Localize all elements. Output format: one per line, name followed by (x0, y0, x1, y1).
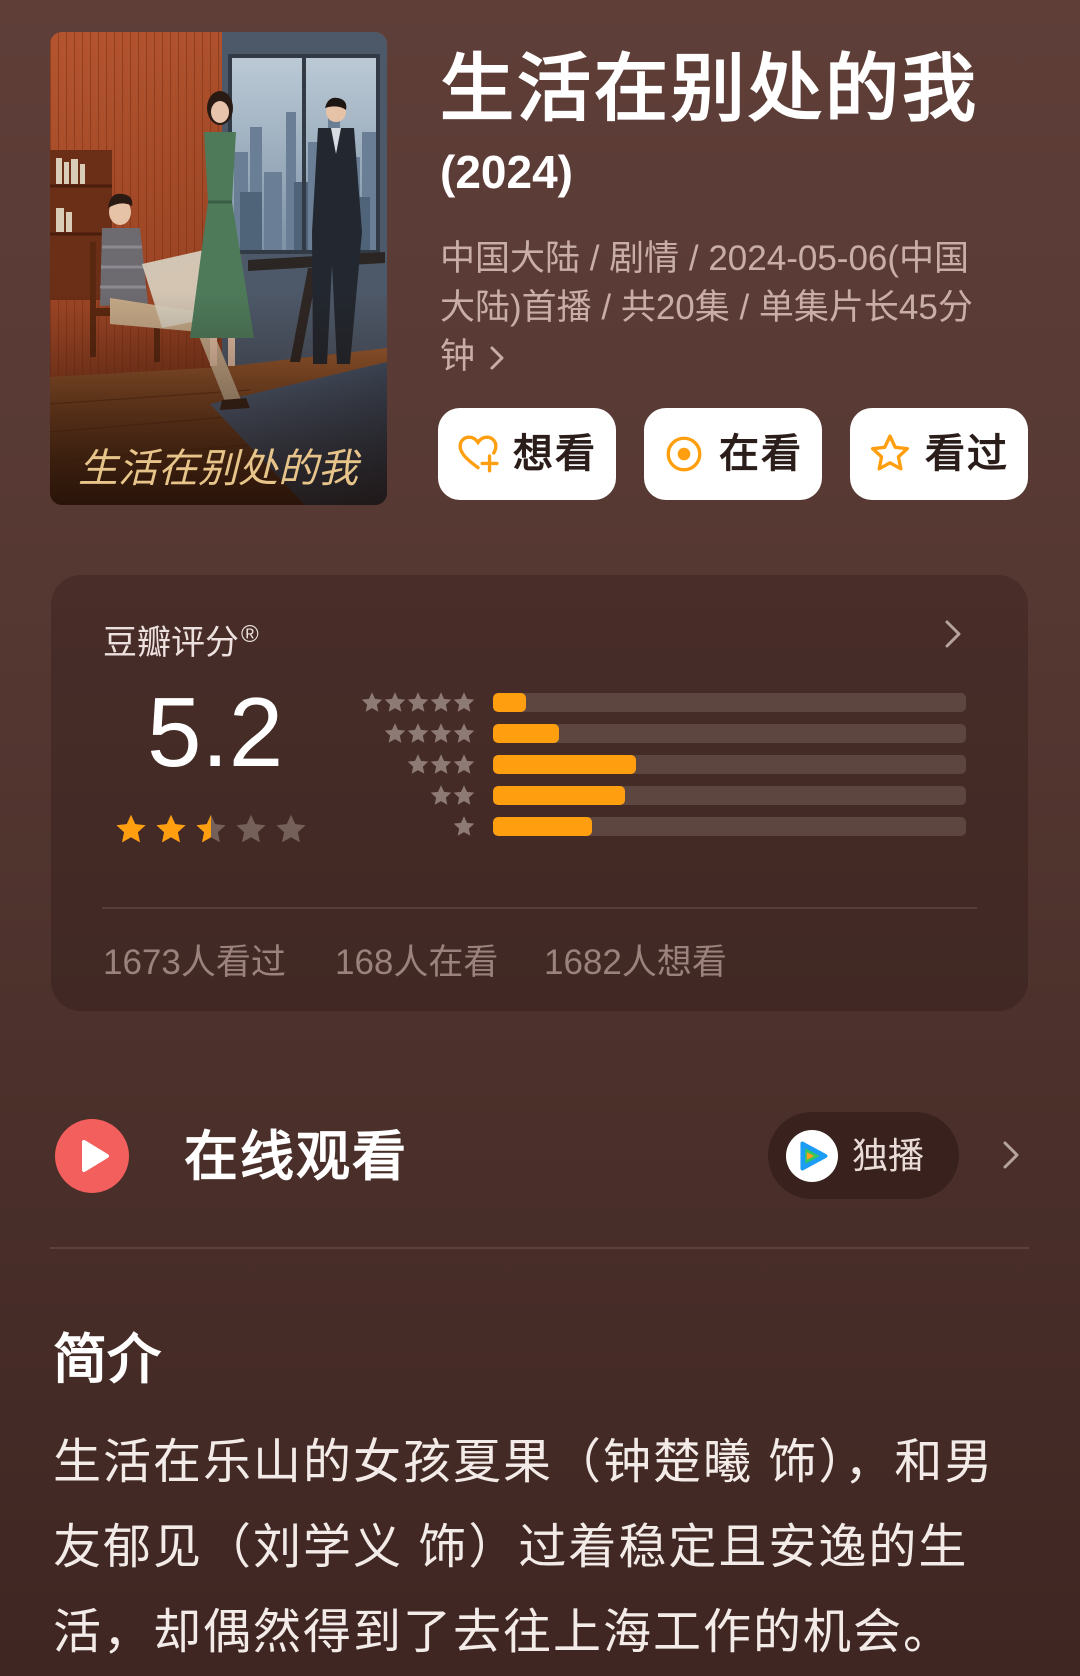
rating-star (114, 813, 148, 847)
want-to-watch-label: 想看 (513, 432, 597, 476)
star-icon (453, 722, 475, 743)
star-icon (384, 722, 406, 743)
rating-bar-track (493, 724, 966, 743)
rating-row-3-star (301, 749, 966, 780)
exclusive-badge-label: 独播 (852, 1134, 925, 1176)
rating-bar-fill (493, 817, 593, 836)
rating-star (234, 813, 268, 847)
star-fill (154, 813, 188, 847)
rating-row-stars (301, 784, 476, 808)
watched-label: 看过 (925, 432, 1009, 476)
star-icon (453, 691, 475, 712)
meta-info[interactable]: 中国大陆 / 剧情 / 2024-05-06(中国大陆)首播 / 共20集 / … (440, 234, 985, 381)
rating-row-4-star (301, 718, 966, 749)
rating-star (154, 813, 188, 847)
page-title: 生活在别处的我 (440, 47, 979, 130)
rating-bar-fill (493, 693, 526, 712)
star-icon (430, 784, 452, 805)
rating-row-2-star (301, 780, 966, 811)
star-filled-icon (196, 814, 211, 843)
meta-text: 中国大陆 / 剧情 / 2024-05-06(中国大陆)首播 / 共20集 / … (440, 239, 973, 376)
rating-row-5-star (301, 687, 966, 718)
rating-row-stars (301, 722, 476, 746)
target-icon (666, 436, 702, 472)
registered-mark: ® (241, 621, 259, 648)
divider (50, 1247, 1029, 1249)
rating-bar-track (493, 693, 966, 712)
rating-row-1-star (301, 811, 966, 842)
intro-heading: 简介 (53, 1330, 161, 1390)
rating-card[interactable]: 豆瓣评分® 5.2 1673人看过 168人在看 1682人想看 (51, 575, 1028, 1011)
rating-row-stars (301, 691, 476, 715)
star-outline-icon (870, 434, 910, 471)
intro-text: 生活在乐山的女孩夏果（钟楚曦 饰），和男友郁见（刘学义 饰）过着稳定且安逸的生活… (53, 1436, 995, 1659)
online-watch-title[interactable]: 在线观看 (184, 1127, 408, 1187)
rating-bar-fill (493, 755, 636, 774)
watched-count: 1673人看过 (103, 943, 286, 982)
star-filled-icon (156, 814, 186, 843)
star-icon (430, 753, 452, 774)
poster[interactable]: 生活在别处的我 (50, 32, 387, 505)
heart-plus-icon (458, 435, 499, 473)
star-icon (453, 784, 475, 805)
rating-bar-track (493, 786, 966, 805)
release-year: (2024) (440, 146, 573, 198)
intro-section[interactable]: 生活在乐山的女孩夏果（钟楚曦 饰），和男友郁见（刘学义 饰）过着稳定且安逸的生活… (53, 1420, 1013, 1676)
star-icon (430, 722, 452, 743)
star-icon (407, 753, 429, 774)
star-fill (194, 813, 211, 847)
rating-bar-track (493, 817, 966, 836)
star-icon (453, 815, 475, 836)
watching-count: 168人在看 (335, 943, 499, 982)
star-icon (453, 753, 475, 774)
play-circle-icon[interactable] (55, 1119, 129, 1193)
tencent-video-icon (786, 1129, 838, 1182)
chevron-right-icon (490, 346, 504, 370)
poster-title-art: 生活在别处的我 (78, 446, 362, 492)
exclusive-platform-pill[interactable]: 独播 (768, 1112, 959, 1199)
want-to-watch-count: 1682人想看 (544, 943, 727, 982)
rating-source-text: 豆瓣评分 (103, 624, 239, 662)
want-to-watch-button[interactable]: 想看 (438, 408, 616, 500)
watching-label: 在看 (719, 432, 803, 476)
star-fill (114, 813, 148, 847)
rating-bar-fill (493, 786, 625, 805)
rating-row-stars (301, 753, 476, 777)
star-icon (407, 722, 429, 743)
star-icon (407, 691, 429, 712)
star-filled-icon (116, 814, 146, 843)
rating-source-label: 豆瓣评分® (103, 615, 259, 663)
rating-bar-track (493, 755, 966, 774)
chevron-right-icon[interactable] (944, 619, 962, 649)
chevron-right-icon[interactable] (1002, 1140, 1020, 1170)
star-icon (361, 691, 383, 712)
divider (102, 907, 977, 909)
watching-button[interactable]: 在看 (644, 408, 822, 500)
star-empty-icon (236, 814, 266, 843)
rating-star (194, 813, 228, 847)
rating-distribution (301, 687, 966, 842)
rating-stars (114, 813, 308, 847)
watched-button[interactable]: 看过 (850, 408, 1028, 500)
poster-image: 生活在别处的我 (50, 32, 387, 505)
rating-score: 5.2 (147, 677, 284, 787)
rating-row-stars (301, 815, 476, 839)
rating-bar-fill (493, 724, 560, 743)
star-icon (430, 691, 452, 712)
star-icon (384, 691, 406, 712)
